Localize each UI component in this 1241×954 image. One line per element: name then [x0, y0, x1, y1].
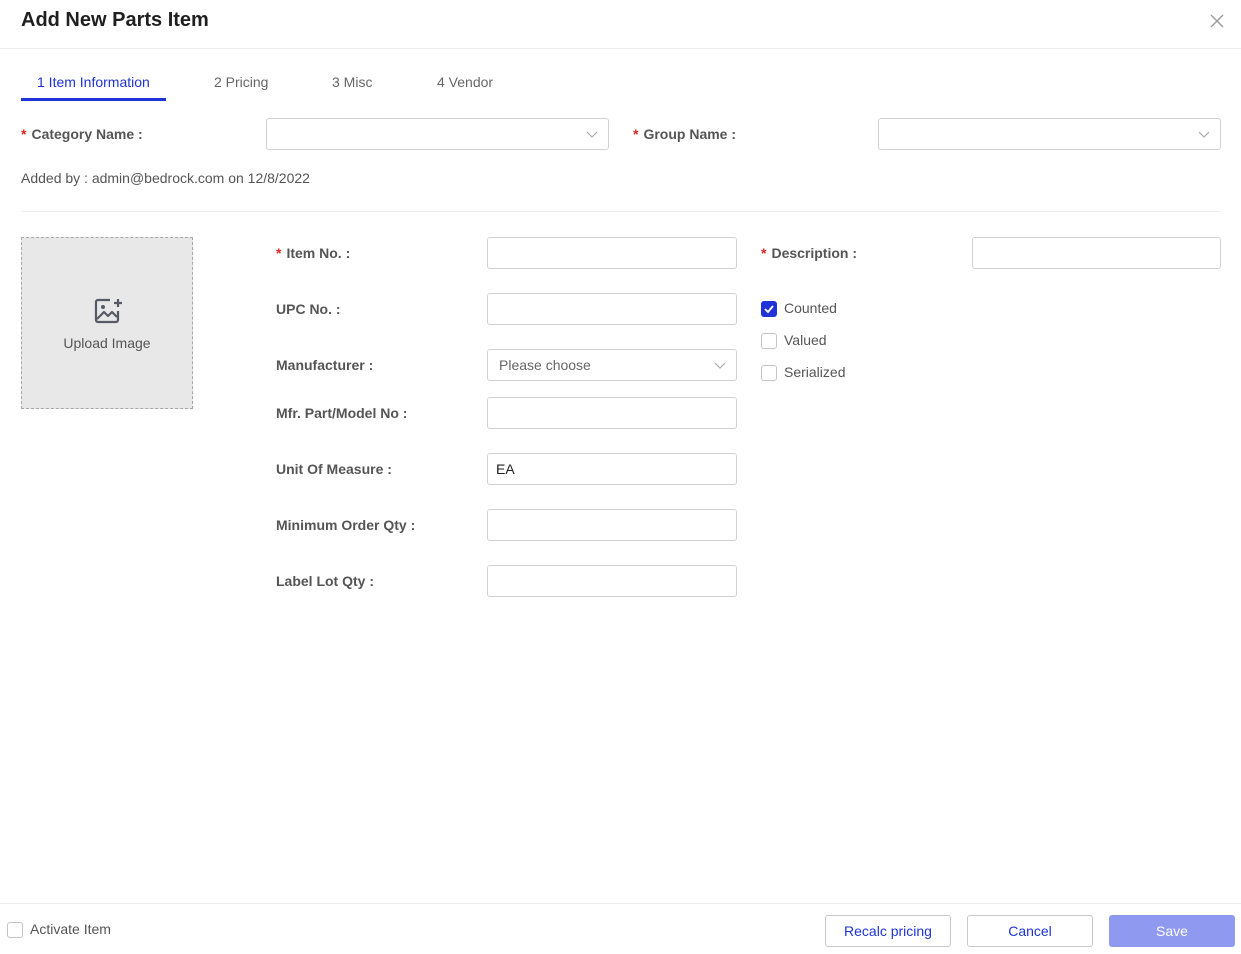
chevron-down-icon [1198, 131, 1210, 138]
min-order-qty-label: Minimum Order Qty : [276, 517, 416, 533]
mfr-part-label: Mfr. Part/Model No : [276, 405, 408, 421]
item-no-label: * Item No. : [276, 245, 351, 261]
dialog-footer: Activate Item Recalc pricing Cancel Save [0, 903, 1241, 954]
tab-item-information[interactable]: 1 Item Information [37, 74, 150, 90]
manufacturer-placeholder: Please choose [499, 357, 591, 373]
step-tabs: 1 Item Information 2 Pricing 3 Misc 4 Ve… [0, 62, 1241, 102]
group-name-select[interactable] [878, 118, 1221, 150]
chevron-down-icon [714, 362, 726, 369]
group-name-label: * Group Name : [633, 126, 737, 142]
upc-no-label: UPC No. : [276, 301, 341, 317]
close-icon[interactable] [1207, 11, 1227, 31]
label-lot-qty-input[interactable] [487, 565, 737, 597]
tab-pricing[interactable]: 2 Pricing [214, 74, 268, 90]
save-button[interactable]: Save [1109, 915, 1235, 947]
serialized-label: Serialized [784, 364, 846, 380]
dialog-title: Add New Parts Item [21, 9, 209, 31]
checkbox-icon [761, 333, 777, 349]
cancel-button[interactable]: Cancel [967, 915, 1093, 947]
checkbox-checked-icon [761, 301, 777, 317]
checkbox-icon [761, 365, 777, 381]
counted-checkbox[interactable]: Counted [761, 299, 881, 319]
mfr-part-input[interactable] [487, 397, 737, 429]
section-divider [21, 211, 1221, 212]
valued-checkbox[interactable]: Valued [761, 331, 881, 351]
description-label: * Description : [761, 245, 858, 261]
valued-label: Valued [784, 332, 827, 348]
upc-no-input[interactable] [487, 293, 737, 325]
label-lot-qty-label: Label Lot Qty : [276, 573, 375, 589]
counted-label: Counted [784, 300, 837, 316]
activate-item-checkbox[interactable]: Activate Item [7, 920, 137, 940]
item-no-input[interactable] [487, 237, 737, 269]
tab-misc[interactable]: 3 Misc [332, 74, 372, 90]
chevron-down-icon [586, 131, 598, 138]
upload-image-area[interactable]: Upload Image [21, 237, 193, 409]
unit-of-measure-label: Unit Of Measure : [276, 461, 392, 477]
category-name-label: * Category Name : [21, 126, 143, 142]
added-by-text: Added by : admin@bedrock.com on 12/8/202… [21, 170, 310, 186]
manufacturer-label: Manufacturer : [276, 357, 374, 373]
unit-of-measure-input[interactable] [487, 453, 737, 485]
description-input[interactable] [972, 237, 1221, 269]
manufacturer-select[interactable]: Please choose [487, 349, 737, 381]
dialog-header: Add New Parts Item [0, 0, 1241, 49]
tab-vendor[interactable]: 4 Vendor [437, 74, 493, 90]
activate-item-label: Activate Item [30, 921, 111, 937]
recalc-pricing-button[interactable]: Recalc pricing [825, 915, 951, 947]
min-order-qty-input[interactable] [487, 509, 737, 541]
image-add-icon [94, 298, 122, 324]
upload-image-label: Upload Image [63, 335, 151, 351]
active-tab-indicator [21, 98, 166, 101]
checkbox-icon [7, 922, 23, 938]
category-name-select[interactable] [266, 118, 609, 150]
serialized-checkbox[interactable]: Serialized [761, 363, 881, 383]
